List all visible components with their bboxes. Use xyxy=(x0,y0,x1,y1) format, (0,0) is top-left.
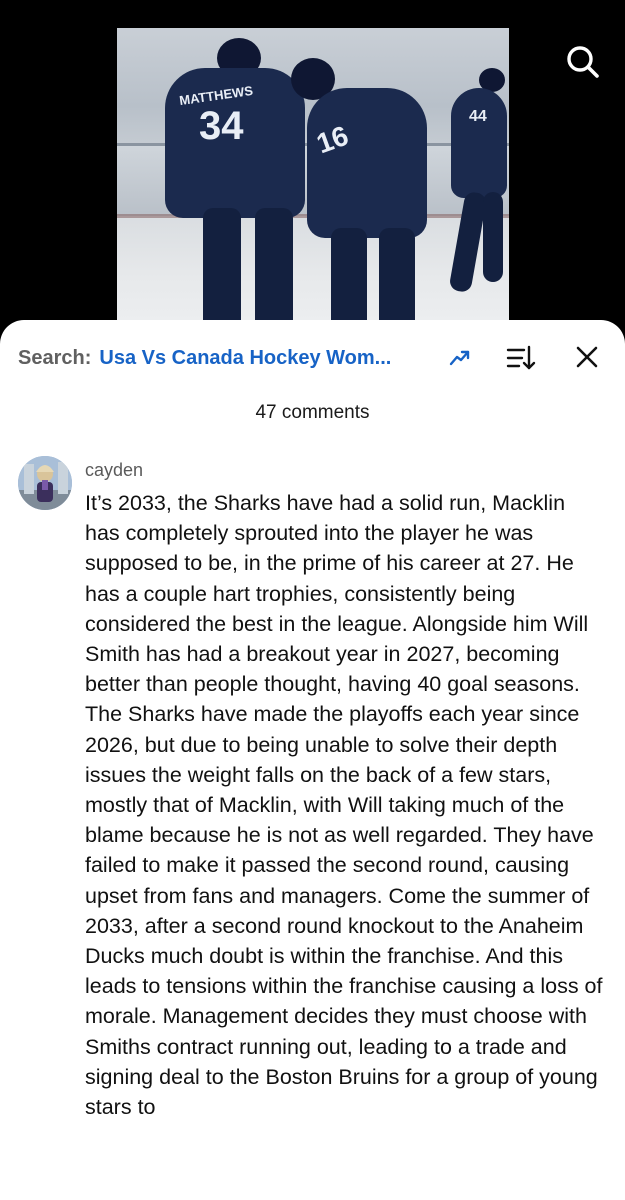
comment-author[interactable]: cayden xyxy=(85,460,143,481)
avatar[interactable] xyxy=(18,456,72,510)
player-figure: 44 xyxy=(437,68,507,298)
close-icon[interactable] xyxy=(574,344,600,370)
video-player[interactable]: MATTHEWS 34 16 44 xyxy=(0,0,625,340)
video-thumbnail[interactable]: MATTHEWS 34 16 44 xyxy=(117,28,509,340)
comment-text: It’s 2033, the Sharks have had a solid r… xyxy=(85,491,603,1120)
sort-icon[interactable] xyxy=(506,344,536,372)
search-query-link[interactable]: Usa Vs Canada Hockey Wom... xyxy=(99,347,391,370)
trending-up-icon xyxy=(448,346,472,370)
search-label: Search: xyxy=(18,346,92,369)
search-icon[interactable] xyxy=(563,42,603,82)
player-figure: 16 xyxy=(287,58,437,340)
jersey-number: 34 xyxy=(199,104,244,148)
search-bar[interactable]: Search: Usa Vs Canada Hockey Wom... xyxy=(18,342,608,374)
comment-count: 47 comments xyxy=(255,402,370,423)
jersey-number: 44 xyxy=(469,108,487,125)
comments-sheet: Search: Usa Vs Canada Hockey Wom... 47 c… xyxy=(0,320,625,1200)
